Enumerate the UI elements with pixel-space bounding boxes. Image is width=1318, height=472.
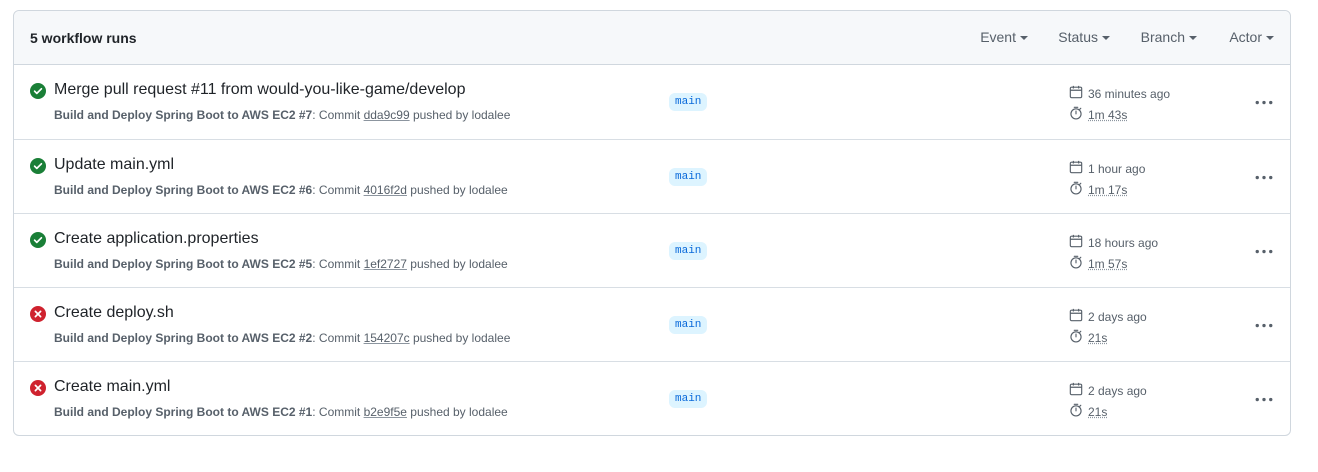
stopwatch-icon [1069, 403, 1083, 420]
run-date: 1 hour ago [1069, 160, 1145, 177]
run-date: 2 days ago [1069, 308, 1147, 325]
pushed-by: pushed by lodalee [406, 405, 508, 419]
x-circle-fill-icon [30, 306, 46, 322]
filter-branch[interactable]: Branch [1141, 29, 1197, 45]
run-duration: 21s [1069, 403, 1107, 420]
run-date-text: 36 minutes ago [1088, 86, 1171, 101]
run-date-text: 2 days ago [1088, 383, 1147, 398]
run-duration: 1m 17s [1069, 181, 1127, 198]
run-date: 2 days ago [1069, 382, 1147, 399]
workflow-name: Build and Deploy Spring Boot to AWS EC2 … [54, 257, 313, 271]
check-circle-fill-icon [30, 83, 46, 99]
pushed-by: pushed by lodalee [409, 331, 511, 345]
pushed-by: pushed by lodalee [409, 108, 511, 122]
filter-status[interactable]: Status [1058, 29, 1110, 45]
filter-actor-label: Actor [1229, 29, 1262, 45]
workflow-run-row: Merge pull request #11 from would-you-li… [14, 65, 1290, 139]
commit-sha-link[interactable]: 154207c [364, 331, 410, 345]
kebab-horizontal-icon[interactable] [1252, 242, 1276, 260]
commit-prefix: : Commit [312, 331, 364, 345]
caret-down-icon [1189, 36, 1197, 40]
commit-sha-link[interactable]: dda9c99 [364, 108, 410, 122]
calendar-icon [1069, 85, 1083, 102]
stopwatch-icon [1069, 255, 1083, 272]
run-duration-text: 1m 17s [1088, 182, 1128, 197]
run-title-link[interactable]: Create deploy.sh [54, 304, 174, 322]
run-duration-text: 21s [1088, 404, 1108, 419]
run-title-link[interactable]: Create application.properties [54, 230, 259, 248]
kebab-horizontal-icon[interactable] [1252, 316, 1276, 334]
workflow-run-row: Create main.yml Build and Deploy Spring B… [14, 361, 1290, 435]
commit-prefix: : Commit [312, 183, 364, 197]
branch-label[interactable]: main [669, 390, 708, 408]
caret-down-icon [1102, 36, 1110, 40]
commit-prefix: : Commit [312, 108, 364, 122]
run-duration-text: 1m 57s [1088, 256, 1128, 271]
run-date: 36 minutes ago [1069, 85, 1170, 102]
workflow-name: Build and Deploy Spring Boot to AWS EC2 … [54, 405, 313, 419]
stopwatch-icon [1069, 181, 1083, 198]
run-duration-text: 21s [1088, 330, 1108, 345]
run-duration: 1m 57s [1069, 255, 1127, 272]
run-title-link[interactable]: Create main.yml [54, 378, 170, 396]
branch-label[interactable]: main [669, 316, 708, 334]
kebab-horizontal-icon[interactable] [1252, 93, 1276, 111]
calendar-icon [1069, 234, 1083, 251]
caret-down-icon [1266, 36, 1274, 40]
filter-event[interactable]: Event [980, 29, 1028, 45]
workflow-run-row: Create deploy.sh Build and Deploy Spring … [14, 287, 1290, 361]
filter-status-label: Status [1058, 29, 1098, 45]
branch-label[interactable]: main [669, 93, 708, 111]
workflow-name: Build and Deploy Spring Boot to AWS EC2 … [54, 108, 313, 122]
workflow-name: Build and Deploy Spring Boot to AWS EC2 … [54, 183, 313, 197]
run-date-text: 18 hours ago [1088, 235, 1159, 250]
check-circle-fill-icon [30, 158, 46, 174]
commit-prefix: : Commit [312, 405, 364, 419]
filter-actor[interactable]: Actor [1229, 29, 1274, 45]
check-circle-fill-icon [30, 232, 46, 248]
run-title-link[interactable]: Merge pull request #11 from would-you-li… [54, 81, 465, 99]
filter-event-label: Event [980, 29, 1016, 45]
calendar-icon [1069, 160, 1083, 177]
commit-sha-link[interactable]: 1ef2727 [364, 257, 407, 271]
run-duration-text: 1m 43s [1088, 107, 1128, 122]
run-title-link[interactable]: Update main.yml [54, 156, 174, 174]
calendar-icon [1069, 382, 1083, 399]
pushed-by: pushed by lodalee [406, 257, 508, 271]
runs-count: 5 workflow runs [30, 29, 137, 46]
workflow-runs-list: Merge pull request #11 from would-you-li… [14, 65, 1290, 435]
caret-down-icon [1020, 36, 1028, 40]
workflow-run-row: Update main.yml Build and Deploy Spring B… [14, 139, 1290, 213]
run-duration: 1m 43s [1069, 106, 1127, 123]
run-meta: Build and Deploy Spring Boot to AWS EC2 … [54, 183, 508, 197]
kebab-horizontal-icon[interactable] [1252, 168, 1276, 186]
workflow-runs-box: 5 workflow runs Event Status Branch Acto… [13, 10, 1291, 436]
kebab-horizontal-icon[interactable] [1252, 390, 1276, 408]
pushed-by: pushed by lodalee [406, 183, 508, 197]
run-date: 18 hours ago [1069, 234, 1158, 251]
branch-label[interactable]: main [669, 242, 708, 260]
commit-prefix: : Commit [312, 257, 364, 271]
calendar-icon [1069, 308, 1083, 325]
run-meta: Build and Deploy Spring Boot to AWS EC2 … [54, 331, 510, 345]
run-meta: Build and Deploy Spring Boot to AWS EC2 … [54, 405, 508, 419]
commit-sha-link[interactable]: 4016f2d [364, 183, 407, 197]
branch-label[interactable]: main [669, 168, 708, 186]
commit-sha-link[interactable]: b2e9f5e [364, 405, 407, 419]
x-circle-fill-icon [30, 380, 46, 396]
run-meta: Build and Deploy Spring Boot to AWS EC2 … [54, 108, 510, 122]
stopwatch-icon [1069, 106, 1083, 123]
workflow-name: Build and Deploy Spring Boot to AWS EC2 … [54, 331, 313, 345]
stopwatch-icon [1069, 329, 1083, 346]
run-meta: Build and Deploy Spring Boot to AWS EC2 … [54, 257, 508, 271]
run-date-text: 2 days ago [1088, 309, 1147, 324]
run-date-text: 1 hour ago [1088, 161, 1146, 176]
filter-branch-label: Branch [1140, 29, 1185, 45]
workflow-runs-header: 5 workflow runs Event Status Branch Acto… [14, 11, 1290, 65]
run-duration: 21s [1069, 329, 1107, 346]
workflow-run-row: Create application.properties Build and D… [14, 213, 1290, 287]
